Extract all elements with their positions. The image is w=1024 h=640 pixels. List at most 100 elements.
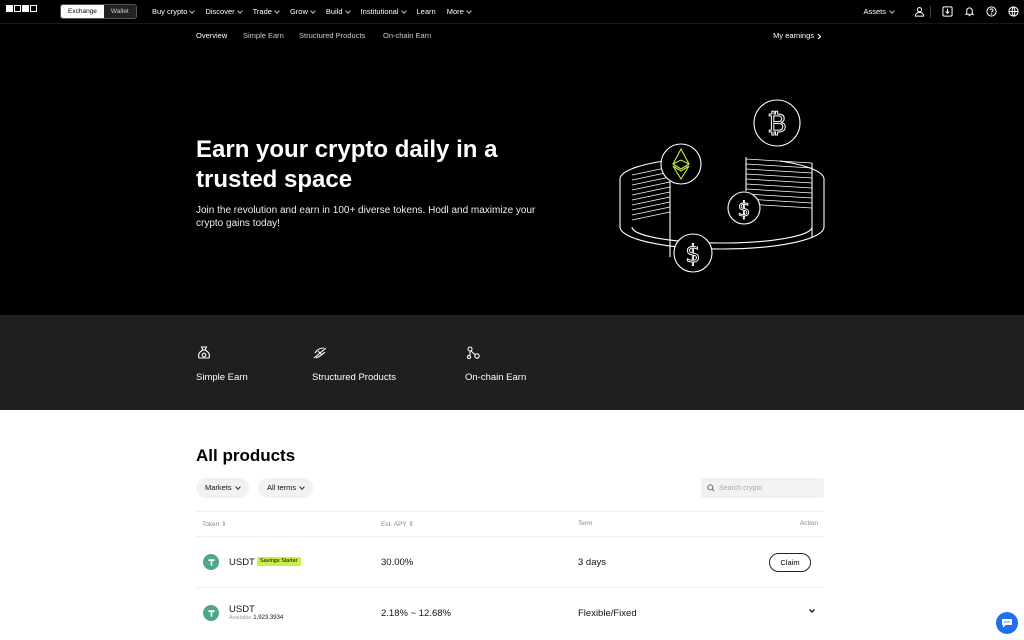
term-value: 3 days [578, 557, 606, 568]
menu-label: More [446, 7, 464, 16]
category-label: Structured Products [312, 372, 396, 383]
nav-divider [930, 5, 931, 18]
chevron-down-icon [344, 7, 351, 14]
main-menu: Buy crypto Discover Trade Grow Build Ins… [152, 0, 482, 23]
token-symbol: USDT [229, 557, 255, 568]
savings-starter-badge: Savings Starter [257, 557, 301, 566]
tether-icon [203, 605, 219, 621]
token-symbol: USDT [229, 604, 255, 615]
structured-icon [313, 347, 327, 359]
svg-text:₿: ₿ [767, 109, 786, 139]
chevron-down-icon [189, 7, 196, 14]
hero-subtitle: Join the revolution and earn in 100+ div… [196, 205, 536, 229]
section-title: All products [196, 446, 296, 465]
table-row[interactable]: USDT Savings Starter 30.00% 3 days Claim [196, 536, 824, 587]
tether-glyph [207, 609, 215, 617]
assets-menu[interactable]: Assets [863, 7, 895, 16]
search-input[interactable] [719, 484, 819, 492]
tab-structured-products[interactable]: Structured Products [299, 24, 365, 50]
earn-subnav: Overview Simple Earn Structured Products… [0, 23, 1024, 50]
claim-button[interactable]: Claim [769, 553, 811, 572]
bell-icon[interactable] [958, 0, 980, 23]
chevron-down-icon [234, 484, 241, 490]
menu-grow[interactable]: Grow [289, 7, 316, 16]
menu-label: Grow [289, 7, 308, 16]
chain-nodes-icon [466, 346, 480, 360]
menu-label: Build [325, 7, 343, 16]
wallet-toggle[interactable]: Wallet [103, 5, 136, 18]
tab-simple-earn[interactable]: Simple Earn [243, 24, 284, 50]
col-action: Action [799, 520, 818, 527]
table-row[interactable]: USDT Available 1,923.3934 2.18% ~ 12.68% … [196, 587, 824, 638]
markets-filter[interactable]: Markets [196, 478, 249, 498]
category-simple-earn[interactable]: Simple Earn [196, 345, 248, 383]
terms-filter[interactable]: All terms [258, 478, 314, 498]
user-icon[interactable] [908, 0, 930, 23]
category-label: On-chain Earn [465, 372, 527, 383]
chevron-down-icon [310, 7, 316, 14]
moneybag-icon [198, 346, 210, 359]
category-on-chain-earn[interactable]: On-chain Earn [465, 345, 526, 383]
tab-on-chain-earn[interactable]: On-chain Earn [383, 24, 431, 50]
my-earnings-link[interactable]: My earnings [773, 24, 822, 48]
menu-institutional[interactable]: Institutional [360, 7, 407, 16]
right-nav: Assets [863, 0, 1024, 23]
earn-categories: Simple Earn Structured Products On-chain… [0, 315, 1024, 410]
chevron-down-icon[interactable] [808, 607, 816, 615]
filter-label: Markets [205, 483, 232, 492]
col-label: Token [202, 521, 220, 528]
chevron-down-icon [889, 7, 895, 14]
chevron-down-icon [465, 7, 472, 14]
assets-label: Assets [863, 7, 886, 16]
col-apy[interactable]: Est. APY ⇕ [381, 520, 414, 528]
menu-more[interactable]: More [446, 7, 472, 16]
exchange-toggle[interactable]: Exchange [61, 5, 104, 18]
sort-icon: ⇕ [408, 521, 414, 528]
col-label: Est. APY [381, 521, 407, 528]
chevron-down-icon [299, 484, 306, 490]
search-icon [707, 484, 715, 492]
svg-text:$: $ [685, 240, 700, 268]
menu-buy-crypto[interactable]: Buy crypto [152, 7, 196, 16]
earn-illustration: ₿ $ $ [619, 99, 825, 273]
category-label: Simple Earn [196, 372, 248, 383]
menu-trade[interactable]: Trade [252, 7, 280, 16]
category-structured-products[interactable]: Structured Products [312, 345, 396, 383]
menu-discover[interactable]: Discover [205, 7, 243, 16]
col-token[interactable]: Token ⇕ [202, 520, 227, 528]
exchange-wallet-switch: Exchange Wallet [60, 4, 137, 19]
menu-learn[interactable]: Learn [417, 7, 436, 16]
help-icon[interactable] [980, 0, 1002, 23]
apy-value: 30.00% [381, 557, 414, 568]
available-label: Available [229, 615, 252, 621]
okx-logo[interactable] [6, 5, 37, 12]
tether-icon [203, 554, 219, 570]
svg-text:$: $ [738, 197, 751, 221]
available-balance: Available 1,923.3934 [229, 615, 283, 621]
apy-value: 2.18% ~ 12.68% [381, 608, 451, 619]
hero-title: Earn your crypto daily in a trusted spac… [196, 136, 498, 193]
top-nav: Exchange Wallet Buy crypto Discover Trad… [0, 0, 1024, 23]
filter-label: All terms [267, 483, 297, 492]
chat-support-button[interactable] [996, 612, 1018, 634]
chevron-right-icon [817, 33, 822, 39]
search-box [701, 478, 824, 498]
menu-label: Institutional [360, 7, 399, 16]
tether-glyph [207, 558, 215, 566]
chevron-down-icon [236, 7, 243, 14]
download-icon[interactable] [936, 0, 958, 23]
menu-label: Trade [252, 7, 272, 16]
available-amount: 1,923.3934 [253, 615, 284, 621]
sort-icon: ⇕ [221, 521, 227, 528]
term-value: Flexible/Fixed [578, 608, 637, 619]
chevron-down-icon [400, 7, 407, 14]
chevron-down-icon [274, 7, 280, 14]
menu-label: Buy crypto [152, 7, 188, 16]
chat-icon [1002, 619, 1012, 628]
globe-icon[interactable] [1002, 0, 1024, 23]
menu-label: Discover [205, 7, 235, 16]
hero-banner: Earn your crypto daily in a trusted spac… [0, 49, 1024, 315]
menu-build[interactable]: Build [325, 7, 351, 16]
tab-overview[interactable]: Overview [196, 24, 228, 50]
menu-label: Learn [416, 7, 436, 16]
